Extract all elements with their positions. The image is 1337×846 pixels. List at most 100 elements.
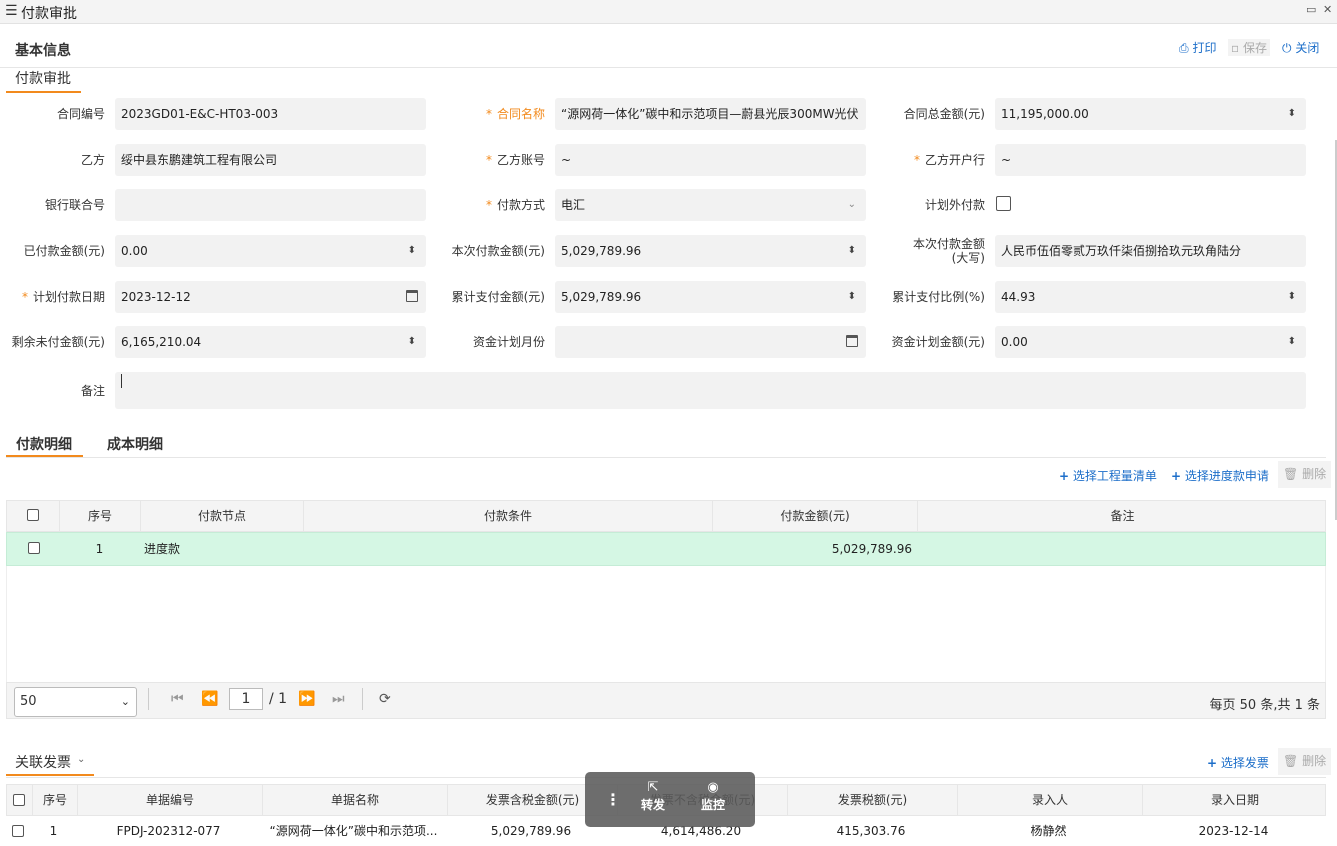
contract-no-field[interactable]: 2023GD01-E&C-HT03-003: [115, 98, 426, 130]
cum-pay-value: 5,029,789.96: [561, 290, 642, 304]
tab-payment-approval[interactable]: 付款审批: [6, 68, 81, 93]
party-b-label: 乙方: [80, 153, 105, 167]
contract-name-field[interactable]: “源网荷一体化”碳中和示范项目—蔚县光辰300MW光伏: [555, 98, 866, 130]
cum-ratio-field[interactable]: 44.93 ⬍: [995, 281, 1306, 313]
party-b-account-field[interactable]: ~: [555, 144, 866, 176]
spinner-icon[interactable]: ⬍: [1288, 98, 1296, 130]
select-qty-button[interactable]: + 选择工程量清单: [1059, 467, 1157, 484]
page-size-value: 50: [20, 694, 37, 709]
spinner-icon[interactable]: ⬍: [408, 326, 416, 358]
header-condition[interactable]: 付款条件: [303, 501, 712, 531]
close-button[interactable]: ⏻ 关闭: [1282, 39, 1319, 56]
spinner-icon[interactable]: ⬍: [408, 235, 416, 267]
select-progress-label: 选择进度款申请: [1184, 469, 1269, 483]
contract-no-label: 合同编号: [56, 107, 105, 121]
pager: 50 ⌄ ⏮ ⏪ 1 / 1 ⏩ ⏭ ⟳ 每页 50 条,共 1 条: [6, 682, 1326, 719]
cum-pay-field[interactable]: 5,029,789.96 ⬍: [555, 281, 866, 313]
bank-no-field[interactable]: [115, 189, 426, 221]
party-b-value: 绥中县东鹏建筑工程有限公司: [121, 153, 278, 167]
delete-invoice-button[interactable]: 🗑 删除: [1278, 748, 1332, 775]
spinner-icon[interactable]: ⬍: [1288, 326, 1296, 358]
inv-header-name[interactable]: 单据名称: [262, 785, 447, 815]
header-no[interactable]: 序号: [59, 501, 140, 531]
window-title: 付款审批: [21, 6, 77, 22]
spinner-icon[interactable]: ⬍: [848, 281, 856, 313]
inv-row-user: 杨静然: [1030, 824, 1067, 838]
contract-total-field[interactable]: 11,195,000.00 ⬍: [995, 98, 1306, 130]
this-pay-field[interactable]: 5,029,789.96 ⬍: [555, 235, 866, 267]
inv-header-code[interactable]: 单据编号: [77, 785, 262, 815]
page-size-select[interactable]: 50 ⌄: [14, 687, 137, 717]
print-button[interactable]: ⎙ 打印: [1179, 39, 1216, 56]
page-number-input[interactable]: 1: [229, 688, 263, 710]
monitor-button[interactable]: ◉ 监控: [701, 780, 725, 813]
row-checkbox[interactable]: [28, 542, 40, 554]
chevron-down-icon: ⌄: [77, 754, 86, 765]
fund-month-label: 资金计划月份: [472, 335, 545, 349]
invoice-tab[interactable]: 关联发票 ⌄: [6, 751, 94, 776]
tab-payment-detail[interactable]: 付款明细: [16, 434, 72, 454]
select-all-checkbox[interactable]: [27, 509, 39, 521]
inv-header-no[interactable]: 序号: [32, 785, 77, 815]
party-b-account-label: * 乙方账号: [485, 153, 545, 167]
fund-month-field[interactable]: [555, 326, 866, 358]
paid-label: 已付款金额(元): [23, 244, 105, 258]
row-amount: 5,029,789.96: [831, 542, 912, 556]
forward-button[interactable]: ⇱ 转发: [641, 780, 665, 813]
header-remark[interactable]: 备注: [917, 501, 1327, 531]
paid-field[interactable]: 0.00 ⬍: [115, 235, 426, 267]
prev-page-icon[interactable]: ⏪: [201, 691, 218, 707]
inv-row-code: FPDJ-202312-077: [116, 824, 221, 838]
plan-date-field[interactable]: 2023-12-12: [115, 281, 426, 313]
calendar-icon[interactable]: [406, 290, 418, 302]
close-icon[interactable]: ✕: [1323, 3, 1332, 16]
select-invoice-button[interactable]: + 选择发票: [1207, 754, 1269, 771]
tab-label: 付款审批: [15, 71, 71, 87]
restore-icon[interactable]: ▭: [1306, 3, 1316, 16]
calendar-icon[interactable]: [846, 335, 858, 347]
this-pay-upper-value: 人民币伍佰零贰万玖仟柒佰捌拾玖元玖角陆分: [1001, 244, 1242, 258]
print-icon: ⎙: [1179, 41, 1189, 55]
this-pay-upper-field[interactable]: 人民币伍佰零贰万玖仟柒佰捌拾玖元玖角陆分: [995, 235, 1306, 267]
remain-field[interactable]: 6,165,210.04 ⬍: [115, 326, 426, 358]
fund-amount-value: 0.00: [1001, 335, 1028, 349]
party-b-bank-value: ~: [1001, 153, 1012, 167]
inv-header-tax[interactable]: 发票税额(元): [787, 785, 957, 815]
remark-textarea[interactable]: [115, 372, 1306, 409]
header-node[interactable]: 付款节点: [140, 501, 303, 531]
table-row[interactable]: 1 进度款 5,029,789.96: [6, 532, 1326, 566]
invoice-select-all-checkbox[interactable]: [13, 794, 25, 806]
party-b-bank-field[interactable]: ~: [995, 144, 1306, 176]
inv-header-date[interactable]: 录入日期: [1142, 785, 1327, 815]
party-b-bank-label: * 乙方开户行: [913, 153, 985, 167]
close-label: 关闭: [1295, 41, 1320, 55]
first-page-icon[interactable]: ⏮: [171, 691, 184, 707]
delete-detail-button[interactable]: 🗑 删除: [1278, 461, 1332, 488]
remark-label: 备注: [80, 384, 105, 398]
power-icon: ⏻: [1282, 41, 1292, 55]
forward-label: 转发: [641, 798, 666, 812]
spinner-icon[interactable]: ⬍: [1288, 281, 1296, 313]
row-condition: [303, 534, 712, 564]
trash-icon: 🗑: [1283, 754, 1299, 768]
party-b-field[interactable]: 绥中县东鹏建筑工程有限公司: [115, 144, 426, 176]
more-icon[interactable]: ⋮: [605, 790, 621, 809]
delete-invoice-label: 删除: [1302, 754, 1327, 768]
contract-total-label: 合同总金额(元): [903, 107, 985, 121]
header-amount[interactable]: 付款金额(元): [712, 501, 917, 531]
plan-date-label: * 计划付款日期: [21, 290, 105, 304]
menu-icon[interactable]: ☰: [5, 4, 18, 18]
unplanned-checkbox[interactable]: [996, 196, 1011, 211]
save-button[interactable]: ▫ 保存: [1228, 39, 1270, 56]
next-page-icon[interactable]: ⏩: [298, 691, 315, 707]
invoice-row-checkbox[interactable]: [12, 825, 24, 837]
refresh-icon[interactable]: ⟳: [379, 691, 391, 707]
fund-amount-field[interactable]: 0.00 ⬍: [995, 326, 1306, 358]
select-progress-button[interactable]: + 选择进度款申请: [1171, 467, 1269, 484]
tab-cost-detail[interactable]: 成本明细: [107, 434, 163, 454]
spinner-icon[interactable]: ⬍: [848, 235, 856, 267]
last-page-icon[interactable]: ⏭: [332, 691, 345, 707]
remain-label: 剩余未付金额(元): [11, 335, 105, 349]
inv-header-user[interactable]: 录入人: [957, 785, 1142, 815]
pay-method-select[interactable]: 电汇 ⌄: [555, 189, 866, 221]
